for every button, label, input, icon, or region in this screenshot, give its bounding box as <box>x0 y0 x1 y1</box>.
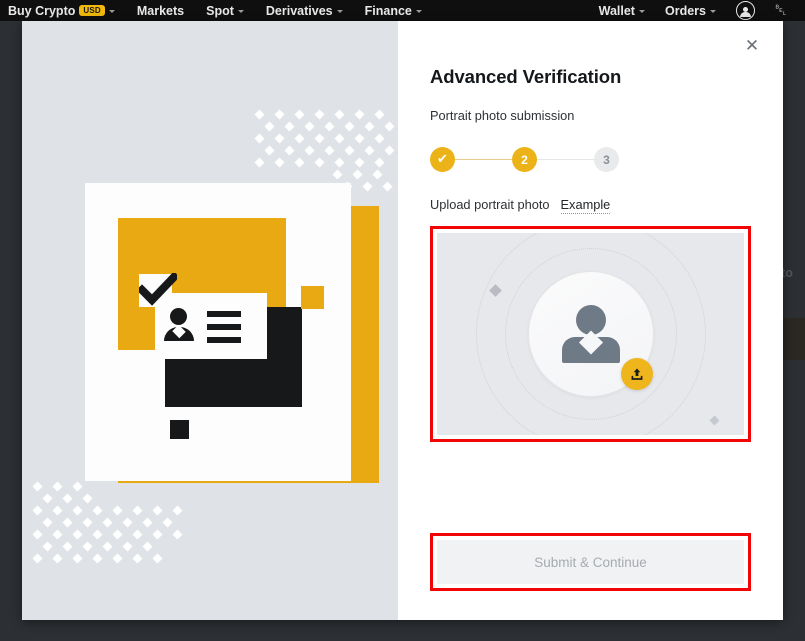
upload-portrait-label: Upload portrait photo <box>430 197 550 212</box>
identity-verification-illustration <box>22 21 398 620</box>
step-connector-1 <box>455 158 512 161</box>
nav-item-label: Wallet <box>598 3 635 18</box>
verification-stepper: ✔ 2 3 <box>430 147 751 172</box>
illustration-small-black-square <box>170 420 189 439</box>
page-title: Advanced Verification <box>430 66 622 87</box>
submit-button-highlight: Submit & Continue <box>430 533 751 591</box>
illustration-yellow-right-bar <box>351 206 379 483</box>
step-connector-2 <box>537 158 594 161</box>
chevron-down-icon <box>709 10 716 13</box>
modal-subtitle: Portrait photo submission <box>430 108 575 123</box>
chevron-down-icon <box>415 10 422 13</box>
user-account-button[interactable] <box>735 1 755 20</box>
upload-label-row: Upload portrait photo Example <box>430 197 751 214</box>
nav-item-spot[interactable]: Spot <box>206 4 244 18</box>
dot-pattern-bottom-icon <box>32 481 183 564</box>
nav-left-group: Buy Crypto USD Markets Spot Derivatives … <box>8 4 422 18</box>
close-icon[interactable]: ✕ <box>741 35 763 57</box>
nav-item-label: Buy Crypto <box>8 3 76 18</box>
chevron-down-icon <box>237 10 244 13</box>
id-card-text-line <box>207 324 241 330</box>
nav-item-label: Derivatives <box>265 3 333 18</box>
nav-item-markets[interactable]: Markets <box>137 4 184 18</box>
portrait-photo-dropzone-highlight <box>430 226 751 442</box>
example-link[interactable]: Example <box>560 197 611 214</box>
step-indicator-1[interactable]: ✔ <box>430 147 455 172</box>
nav-item-wallet[interactable]: Wallet <box>599 4 645 18</box>
verification-form-panel: ✕ Advanced Verification Portrait photo s… <box>398 21 783 620</box>
id-card-text-line <box>207 337 241 343</box>
chevron-down-icon <box>108 10 115 13</box>
advanced-verification-modal: ✕ Advanced Verification Portrait photo s… <box>22 21 783 620</box>
nav-item-finance[interactable]: Finance <box>365 4 422 18</box>
id-card-avatar-head-icon <box>170 308 187 325</box>
nav-item-label: Finance <box>364 3 412 18</box>
page-root: h to Buy Crypto USD Markets Spot Derivat… <box>0 0 805 641</box>
user-account-icon <box>735 1 755 20</box>
step-indicator-3[interactable]: 3 <box>594 147 619 172</box>
notification-bell-icon: ␇ <box>774 2 787 19</box>
nav-item-orders[interactable]: Orders <box>665 4 716 18</box>
step-indicator-2[interactable]: 2 <box>512 147 537 172</box>
nav-item-buy-crypto[interactable]: Buy Crypto USD <box>8 4 115 18</box>
illustration-small-yellow-square <box>301 286 324 309</box>
notification-bell-button[interactable]: ␇ <box>775 3 787 18</box>
user-icon-body <box>739 12 751 17</box>
chevron-down-icon <box>638 10 645 13</box>
check-icon: ✔ <box>437 152 448 167</box>
submit-and-continue-button[interactable]: Submit & Continue <box>437 540 744 584</box>
top-navigation-bar: Buy Crypto USD Markets Spot Derivatives … <box>0 0 805 21</box>
id-card-text-line <box>207 311 241 317</box>
upload-arrow-glyph <box>631 368 642 380</box>
person-silhouette-icon <box>560 305 622 363</box>
upload-arrow-icon[interactable] <box>620 358 653 390</box>
submit-area: Submit & Continue <box>430 533 751 591</box>
usd-currency-badge[interactable]: USD <box>79 4 105 17</box>
illustration-checkmark-icon <box>139 273 177 306</box>
dropzone-diamond-decoration <box>709 415 720 426</box>
nav-item-label: Orders <box>664 3 706 18</box>
nav-item-label: Spot <box>206 3 234 18</box>
nav-item-label: Markets <box>136 3 185 18</box>
portrait-photo-dropzone[interactable] <box>437 233 744 435</box>
nav-right-group: Wallet Orders ␇ <box>599 1 797 20</box>
nav-item-derivatives[interactable]: Derivatives <box>266 4 343 18</box>
chevron-down-icon <box>336 10 343 13</box>
user-icon-head <box>742 6 748 12</box>
